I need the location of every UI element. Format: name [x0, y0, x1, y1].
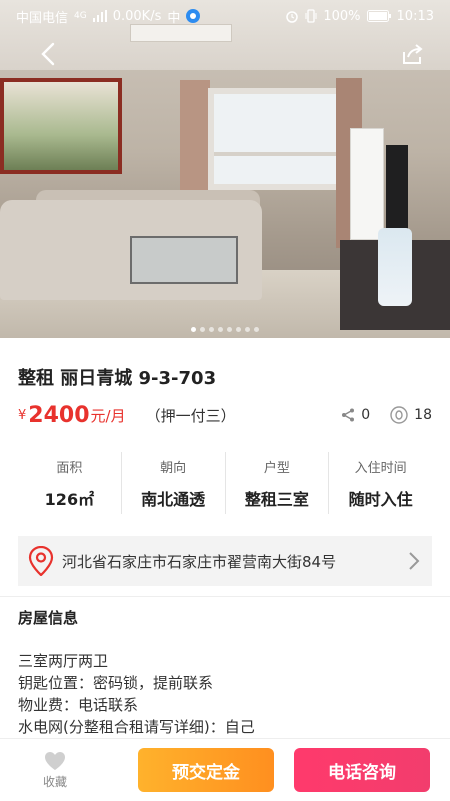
view-count-icon: [390, 406, 408, 424]
info-label: 入住时间: [354, 460, 407, 476]
ime-indicator: 中: [167, 10, 181, 26]
property-info-row: 面积 126㎡ 朝向 南北通透 户型 整租三室 入住时间 随时入住: [18, 452, 432, 514]
phone-consult-button[interactable]: 电话咨询: [294, 748, 430, 792]
info-value: 随时入住: [348, 489, 413, 509]
carousel-dot[interactable]: [245, 327, 250, 332]
network-speed: 0.00K/s: [112, 8, 162, 24]
section-divider: [0, 596, 450, 597]
share-count: 0: [361, 407, 371, 423]
carrier-label: 中国电信: [16, 10, 69, 26]
info-label: 面积: [56, 460, 83, 476]
info-value: 126㎡: [44, 489, 95, 509]
view-count-group: 18: [390, 406, 432, 424]
battery-percent: 100%: [323, 8, 361, 24]
rent-price: 2400: [28, 402, 90, 428]
photo-water-dispenser: [378, 228, 412, 306]
status-bar: 中国电信 4G 0.00K/s 中 100% 10:13: [0, 0, 450, 32]
address-text: 河北省石家庄市石家庄市翟营南大街84号: [62, 552, 337, 571]
deposit-terms: （押一付三）: [145, 406, 236, 425]
carousel-dot[interactable]: [191, 327, 196, 332]
carousel-dot[interactable]: [218, 327, 223, 332]
battery-icon: [366, 10, 391, 22]
house-description: 三室两厅两卫 钥匙位置：密码锁，提前联系 物业费：电话联系 水电网(分整租合租请…: [18, 650, 432, 738]
clock: 10:13: [396, 8, 434, 24]
carousel-dot[interactable]: [254, 327, 259, 332]
listing-stats: 0 18: [327, 406, 432, 424]
section-title: 房屋信息: [18, 609, 79, 627]
info-label: 朝向: [160, 460, 187, 476]
carousel-dot[interactable]: [209, 327, 214, 332]
share-count-icon: [342, 408, 355, 422]
favorite-label: 收藏: [42, 774, 67, 789]
carousel-dot[interactable]: [236, 327, 241, 332]
location-pin-icon: [28, 546, 54, 576]
carousel-dots: [0, 327, 450, 332]
info-move-in: 入住时间 随时入住: [329, 452, 432, 514]
signal-icon: [92, 10, 107, 22]
address-bar[interactable]: 河北省石家庄市石家庄市翟营南大街84号: [18, 536, 432, 586]
photo-tv: [386, 145, 408, 235]
price-row: ¥ 2400 元/月 （押一付三） 0 18: [18, 400, 432, 430]
share-button[interactable]: [394, 36, 430, 72]
description-line: 水电网(分整租合租请写详细)：自己: [18, 718, 255, 736]
vibrate-icon: [305, 9, 317, 23]
heart-icon: [45, 751, 65, 770]
photo-coffee-table: [130, 236, 238, 284]
back-arrow-icon: [41, 42, 55, 66]
description-line: 物业费：电话联系: [18, 696, 139, 714]
share-count-group[interactable]: 0: [341, 407, 370, 423]
alarm-icon: [286, 11, 299, 23]
info-label: 户型: [263, 460, 290, 476]
price-unit: 元/月: [90, 406, 126, 425]
listing-photo-carousel[interactable]: 中国电信 4G 0.00K/s 中 100% 10:13: [0, 0, 450, 338]
share-icon: [403, 44, 423, 64]
favorite-button[interactable]: 收藏: [0, 751, 110, 790]
app-notification-icon: [186, 9, 201, 23]
prepay-deposit-button[interactable]: 预交定金: [138, 748, 274, 792]
view-count: 18: [414, 407, 432, 423]
network-type: 4G: [74, 11, 87, 21]
back-button[interactable]: [30, 36, 66, 72]
info-value: 南北通透: [141, 489, 206, 509]
info-layout: 户型 整租三室: [226, 452, 330, 514]
bottom-action-bar: 收藏 预交定金 电话咨询: [0, 738, 450, 801]
info-orientation: 朝向 南北通透: [122, 452, 226, 514]
info-value: 整租三室: [244, 489, 309, 509]
photo-window: [208, 88, 342, 190]
currency-symbol: ¥: [18, 407, 27, 423]
info-area: 面积 126㎡: [18, 452, 122, 514]
description-line: 三室两厅两卫: [18, 652, 109, 670]
carousel-dot[interactable]: [227, 327, 232, 332]
photo-air-conditioner: [350, 128, 384, 240]
listing-title: 整租 丽日青城 9-3-703: [18, 368, 217, 389]
carousel-dot[interactable]: [200, 327, 205, 332]
chevron-right-icon: [409, 552, 420, 570]
photo-wall-painting: [0, 78, 122, 174]
description-line: 钥匙位置：密码锁，提前联系: [18, 674, 214, 692]
